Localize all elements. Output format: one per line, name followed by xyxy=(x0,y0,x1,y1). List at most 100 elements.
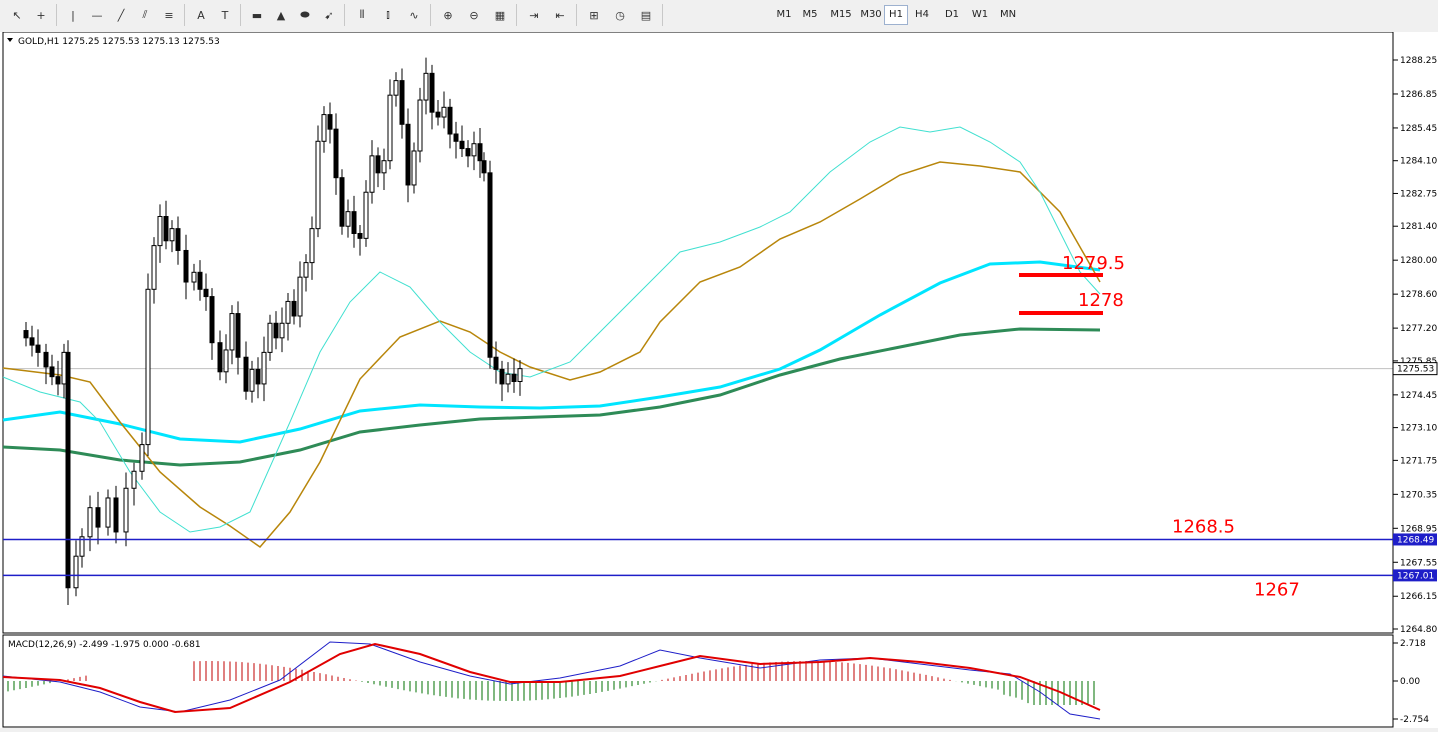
candle xyxy=(315,140,321,230)
candle xyxy=(345,211,351,227)
timeframe-w1[interactable]: W1 xyxy=(968,5,992,25)
candle xyxy=(105,497,111,528)
toolbar-separator xyxy=(344,4,345,26)
line-chart-icon[interactable]: ∿ xyxy=(402,4,426,26)
timeframe-h1[interactable]: H1 xyxy=(884,5,908,25)
candle xyxy=(183,249,189,283)
timeframe-mn[interactable]: MN xyxy=(996,5,1020,25)
fibonacci-icon[interactable]: ≡ xyxy=(158,4,180,26)
periods-icon[interactable]: ◷ xyxy=(608,4,632,26)
resistance-marker[interactable] xyxy=(1019,311,1103,315)
candle xyxy=(399,80,405,125)
text-label-icon[interactable]: T xyxy=(214,4,236,26)
candle xyxy=(411,150,417,186)
crosshair-icon[interactable]: + xyxy=(30,4,52,26)
candle xyxy=(217,342,223,373)
candle xyxy=(477,143,483,162)
candle xyxy=(43,351,49,368)
macd-tick: -2.754 xyxy=(1400,715,1429,725)
candle xyxy=(95,507,101,528)
trendline-icon[interactable]: ╱ xyxy=(110,4,132,26)
chart-window[interactable]: 1288.25 1286.85 1285.45 1284.10 1282.75 1281.… xyxy=(0,31,1438,728)
candle xyxy=(229,313,235,351)
candle xyxy=(351,211,357,234)
candlestick-icon[interactable]: ⫾ xyxy=(376,4,400,26)
vertical-line-icon[interactable]: | xyxy=(62,4,84,26)
candle xyxy=(73,555,79,589)
candle xyxy=(49,366,55,378)
candle xyxy=(405,123,411,186)
candle xyxy=(23,330,29,339)
toolbar-separator xyxy=(56,4,57,26)
candle xyxy=(297,276,303,317)
candle xyxy=(387,94,393,162)
timeframe-h4[interactable]: H4 xyxy=(910,5,934,25)
candle xyxy=(123,487,129,533)
candle xyxy=(87,507,93,538)
support-label: 1267 xyxy=(1254,579,1300,600)
bar-chart-icon[interactable]: ⫴ xyxy=(350,4,374,26)
toolbar-separator xyxy=(240,4,241,26)
candle xyxy=(487,172,493,358)
ellipse-icon[interactable]: ⬬ xyxy=(294,4,316,26)
candle xyxy=(417,99,423,152)
toolbar-separator xyxy=(516,4,517,26)
toolbar: ↖ + | — ╱ ⫽ ≡ A T ▬ ▲ ⬬ ➹ ⫴ ⫾ ∿ ⊕ ⊖ ▦ ⇥ ⇤ ⊞ ◷ ▤ M1 M5 M15 M30 H1 H4 D1… xyxy=(0,0,1438,33)
zoom-in-icon[interactable]: ⊕ xyxy=(436,4,460,26)
candle xyxy=(113,497,119,533)
chart-shift-icon[interactable]: ⇤ xyxy=(548,4,572,26)
price-tick: 1266.15 xyxy=(1400,592,1437,602)
timeframe-m15[interactable]: M15 xyxy=(826,5,856,25)
timeframe-m30[interactable]: M30 xyxy=(856,5,886,25)
indicators-icon[interactable]: ⊞ xyxy=(582,4,606,26)
candle xyxy=(339,177,345,227)
candle xyxy=(333,128,339,179)
price-tick: 1268.95 xyxy=(1400,524,1437,534)
tile-windows-icon[interactable]: ▦ xyxy=(488,4,512,26)
candle xyxy=(243,356,249,392)
timeframe-d1[interactable]: D1 xyxy=(940,5,964,25)
candle xyxy=(169,228,175,242)
candle xyxy=(145,288,151,446)
price-tick: 1286.85 xyxy=(1400,90,1437,100)
arrows-icon[interactable]: ➹ xyxy=(318,4,340,26)
cursor-icon[interactable]: ↖ xyxy=(6,4,28,26)
candle xyxy=(381,160,387,174)
text-icon[interactable]: A xyxy=(190,4,212,26)
candle xyxy=(61,351,67,385)
candle xyxy=(65,351,71,589)
candle xyxy=(423,72,429,101)
candle xyxy=(303,262,309,278)
triangle-icon[interactable]: ▲ xyxy=(270,4,292,26)
candle xyxy=(209,296,215,344)
toolbar-separator xyxy=(184,4,185,26)
zoom-out-icon[interactable]: ⊖ xyxy=(462,4,486,26)
candle xyxy=(267,322,273,353)
candle xyxy=(163,216,169,242)
price-tick: 1267.55 xyxy=(1400,558,1437,568)
autoscroll-icon[interactable]: ⇥ xyxy=(522,4,546,26)
candle xyxy=(363,191,369,239)
timeframe-m1[interactable]: M1 xyxy=(772,5,796,25)
candle xyxy=(465,148,471,157)
equidistant-channel-icon[interactable]: ⫽ xyxy=(134,4,156,26)
price-tick: 1274.45 xyxy=(1400,391,1437,401)
horizontal-line-icon[interactable]: — xyxy=(86,4,108,26)
current-price-label: 1275.53 xyxy=(1397,365,1434,375)
support-price-tag: 1267.01 xyxy=(1397,571,1434,581)
rectangle-icon[interactable]: ▬ xyxy=(246,4,268,26)
timeframe-m5[interactable]: M5 xyxy=(798,5,822,25)
candle xyxy=(441,106,447,118)
price-chart[interactable]: 1288.25 1286.85 1285.45 1284.10 1282.75 1281.… xyxy=(0,31,1438,728)
price-tick: 1271.75 xyxy=(1400,456,1437,466)
macd-header: MACD(12,26,9) -2.499 -1.975 0.000 -0.681 xyxy=(8,640,201,650)
candle xyxy=(459,140,465,150)
candle xyxy=(493,356,499,370)
candle xyxy=(321,114,327,142)
candle xyxy=(35,344,41,353)
chart-header: GOLD,H1 1275.25 1275.53 1275.13 1275.53 xyxy=(18,37,220,47)
templates-icon[interactable]: ▤ xyxy=(634,4,658,26)
candle xyxy=(511,373,517,383)
candle xyxy=(435,111,441,118)
candle xyxy=(273,322,279,339)
